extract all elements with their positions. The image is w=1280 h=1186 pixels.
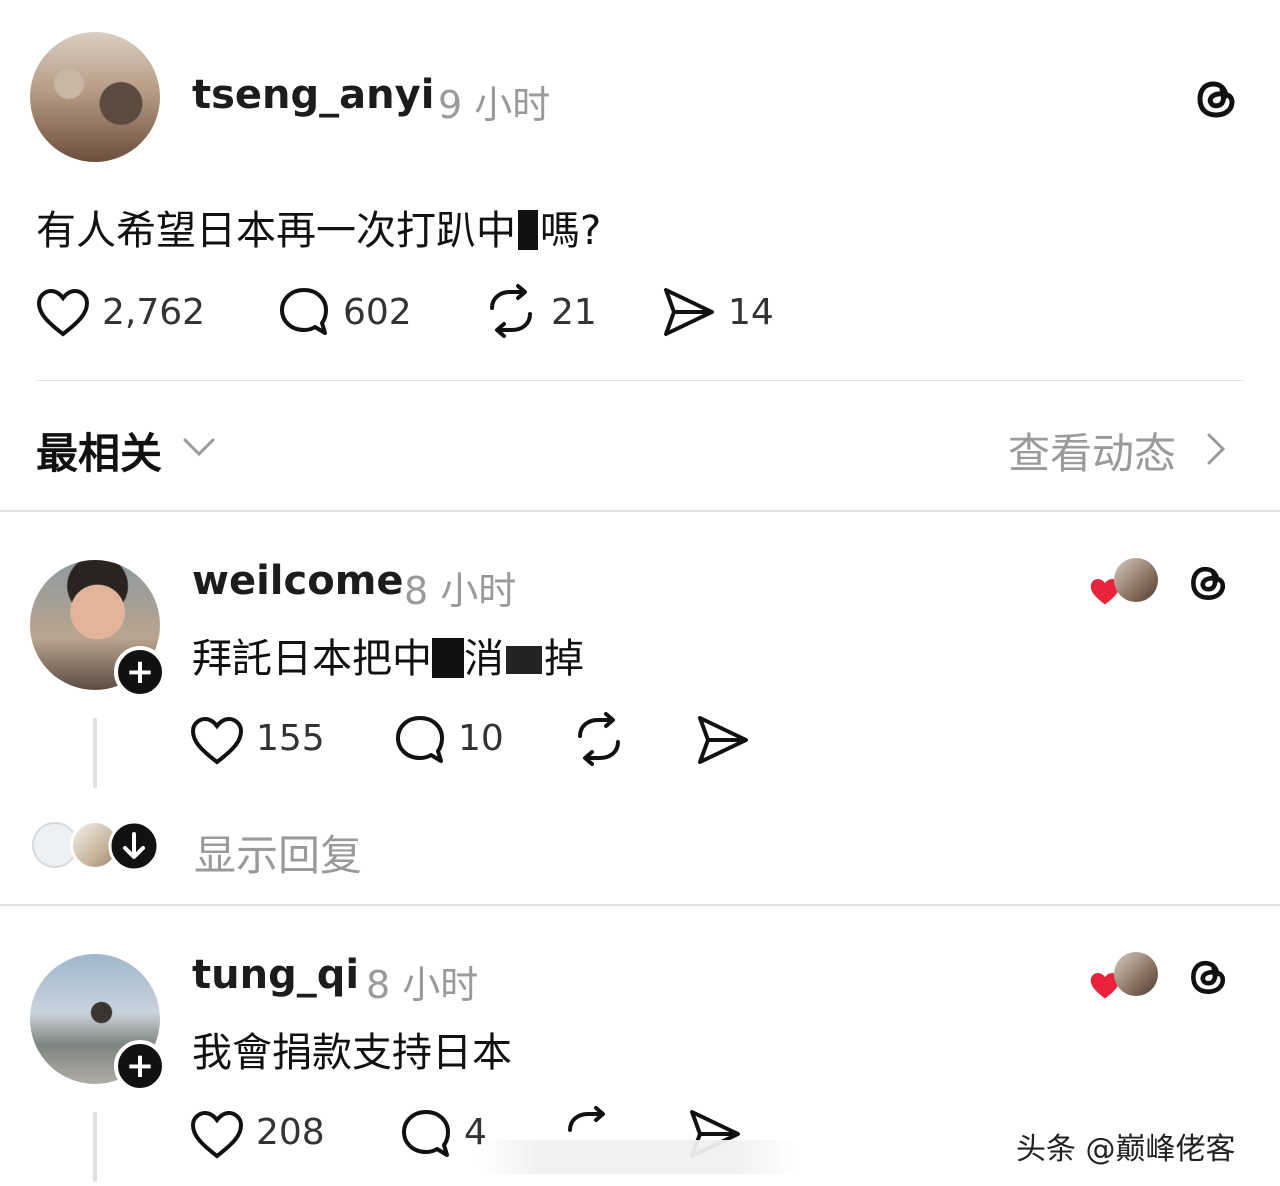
section-divider: [0, 904, 1280, 906]
post-text: 有人希望日本再一次打趴中 嗎?: [36, 198, 601, 256]
reply-text: 拜託日本把中消掉: [192, 626, 584, 684]
post-divider: [36, 380, 1244, 381]
share-count: 14: [728, 292, 774, 333]
comment-icon[interactable]: [278, 286, 330, 338]
heart-icon[interactable]: [36, 288, 90, 338]
repost-icon[interactable]: [572, 712, 626, 766]
threads-logo-icon[interactable]: [1186, 954, 1232, 1000]
show-replies-link[interactable]: 显示回复: [194, 822, 362, 883]
reply-like-count: 208: [256, 1112, 325, 1153]
post-text-main: 有人希望日本再一次打趴中: [36, 208, 516, 254]
threads-logo-icon[interactable]: [1192, 74, 1242, 124]
reply-time: 8 小时: [366, 963, 479, 1007]
redaction-block: [506, 646, 542, 674]
reply-comment-count: 10: [458, 718, 504, 759]
author-username[interactable]: tseng_anyi: [192, 72, 434, 118]
reply-text-part-c: 掉: [544, 636, 584, 682]
repost-icon[interactable]: [484, 284, 538, 338]
reply-text-part-a: 拜託日本把中: [192, 636, 432, 682]
share-icon[interactable]: [696, 714, 750, 766]
reply-text: 我會捐款支持日本: [192, 1030, 512, 1076]
author-liked-avatar: [1114, 558, 1158, 602]
comment-icon[interactable]: [394, 714, 446, 766]
chevron-right-icon[interactable]: [1205, 432, 1227, 466]
comment-count: 602: [343, 292, 412, 333]
follow-plus-button[interactable]: +: [114, 1040, 166, 1092]
sort-dropdown[interactable]: 最相关: [36, 420, 162, 481]
reply-time: 8 小时: [404, 569, 517, 613]
view-activity-link[interactable]: 查看动态: [1008, 420, 1176, 481]
thread-line: [93, 718, 97, 788]
reply-like-count: 155: [256, 718, 325, 759]
share-icon[interactable]: [662, 286, 716, 338]
follow-plus-button[interactable]: +: [114, 646, 166, 698]
blur-overlay: [478, 1140, 798, 1174]
author-liked-avatar: [1114, 952, 1158, 996]
comment-icon[interactable]: [400, 1108, 452, 1160]
author-avatar[interactable]: [30, 32, 160, 162]
post-text-tail: 嗎?: [540, 208, 602, 254]
reply-username[interactable]: tung_qi: [192, 952, 359, 998]
watermark: 头条 @巅峰佬客: [1016, 1132, 1236, 1167]
redaction-block: [432, 638, 464, 678]
section-divider: [0, 510, 1280, 512]
sort-label: 最相关: [36, 429, 163, 478]
like-count: 2,762: [102, 292, 206, 333]
redaction-block: [518, 210, 538, 250]
threads-logo-icon[interactable]: [1186, 560, 1232, 606]
reply-text-part-b: 消: [464, 636, 504, 682]
arrow-down-icon[interactable]: [108, 820, 160, 872]
reply-username[interactable]: weilcome: [192, 558, 404, 604]
post-time: 9 小时: [438, 83, 551, 127]
heart-icon[interactable]: [190, 1110, 244, 1160]
thread-line: [93, 1112, 97, 1182]
heart-icon[interactable]: [190, 716, 244, 766]
repost-count: 21: [551, 292, 597, 333]
chevron-down-icon[interactable]: [182, 436, 216, 458]
